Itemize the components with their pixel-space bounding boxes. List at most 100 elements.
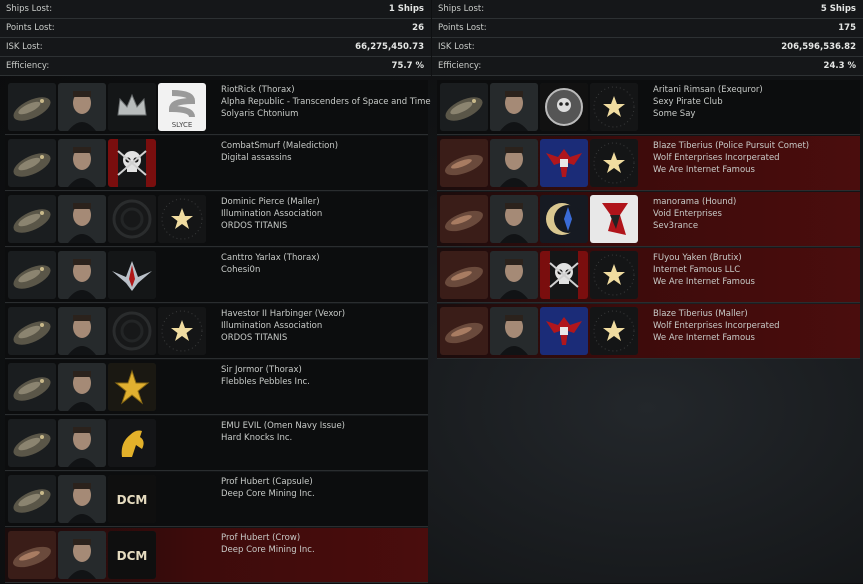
pilot-portrait[interactable]	[58, 139, 106, 187]
pilot-name[interactable]: RiotRick (Thorax)	[221, 84, 431, 96]
corp-name[interactable]: Cohesi0n	[221, 264, 320, 276]
pilot-portrait[interactable]	[490, 251, 538, 299]
pilot-row[interactable]: Blaze Tiberius (Police Pursuit Comet) Wol…	[437, 136, 860, 191]
ship-icon[interactable]	[440, 139, 488, 187]
alliance-name[interactable]: Sev3rance	[653, 220, 736, 232]
pilot-portrait[interactable]	[58, 195, 106, 243]
ship-icon[interactable]	[8, 363, 56, 411]
ship-icon[interactable]	[8, 531, 56, 579]
ship-icon[interactable]	[8, 139, 56, 187]
pilot-portrait[interactable]	[58, 531, 106, 579]
pilot-row[interactable]: SLYCE RiotRick (Thorax) Alpha Republic - T…	[5, 80, 431, 135]
pilot-name[interactable]: Prof Hubert (Capsule)	[221, 476, 315, 488]
alliance-name[interactable]: ORDOS TITANIS	[221, 220, 322, 232]
alliance-logo-icon[interactable]	[590, 83, 638, 131]
corp-name[interactable]: Illumination Association	[221, 320, 345, 332]
corp-name[interactable]: Wolf Enterprises Incorperated	[653, 152, 809, 164]
ship-icon[interactable]	[440, 251, 488, 299]
ship-icon[interactable]	[8, 419, 56, 467]
pilot-portrait[interactable]	[58, 251, 106, 299]
pilot-row[interactable]: Canttro Yarlax (Thorax) Cohesi0n	[5, 248, 428, 303]
corp-name[interactable]: Flebbles Pebbles Inc.	[221, 376, 310, 388]
corp-name[interactable]: Deep Core Mining Inc.	[221, 544, 315, 556]
corp-name[interactable]: Deep Core Mining Inc.	[221, 488, 315, 500]
pilot-name[interactable]: Havestor II Harbinger (Vexor)	[221, 308, 345, 320]
corp-name[interactable]: Alpha Republic - Transcenders of Space a…	[221, 96, 431, 108]
pilot-name[interactable]: Dominic Pierce (Maller)	[221, 196, 322, 208]
pilot-row[interactable]: DCM Prof Hubert (Crow) Deep Core Mining In…	[5, 528, 428, 583]
corp-logo-icon[interactable]	[540, 83, 588, 131]
corp-logo-icon[interactable]	[540, 195, 588, 243]
corp-name[interactable]: Hard Knocks Inc.	[221, 432, 345, 444]
pilot-row[interactable]: Aritani Rimsan (Exequror) Sexy Pirate Clu…	[437, 80, 860, 135]
corp-name[interactable]: Illumination Association	[221, 208, 322, 220]
pilot-portrait[interactable]	[58, 363, 106, 411]
pilot-name[interactable]: Prof Hubert (Crow)	[221, 532, 315, 544]
corp-logo-icon[interactable]	[108, 251, 156, 299]
pilot-name[interactable]: Blaze Tiberius (Maller)	[653, 308, 780, 320]
alliance-name[interactable]: ORDOS TITANIS	[221, 332, 345, 344]
pilot-row[interactable]: DCM Prof Hubert (Capsule) Deep Core Mining…	[5, 472, 428, 527]
corp-name[interactable]: Internet Famous LLC	[653, 264, 755, 276]
ship-icon[interactable]	[8, 83, 56, 131]
pilot-name[interactable]: Sir Jormor (Thorax)	[221, 364, 310, 376]
alliance-name[interactable]: We Are Internet Famous	[653, 276, 755, 288]
alliance-logo-icon[interactable]	[590, 195, 638, 243]
pilot-row[interactable]: CombatSmurf (Malediction) Digital assassi…	[5, 136, 428, 191]
alliance-logo-icon[interactable]	[158, 195, 206, 243]
alliance-name[interactable]	[221, 444, 345, 456]
pilot-name[interactable]: EMU EVIL (Omen Navy Issue)	[221, 420, 345, 432]
pilot-name[interactable]: manorama (Hound)	[653, 196, 736, 208]
ship-icon[interactable]	[8, 307, 56, 355]
pilot-portrait[interactable]	[58, 475, 106, 523]
pilot-row[interactable]: manorama (Hound) Void Enterprises Sev3ranc…	[437, 192, 860, 247]
alliance-logo-icon[interactable]	[590, 251, 638, 299]
corp-name[interactable]: Void Enterprises	[653, 208, 736, 220]
ship-icon[interactable]	[440, 195, 488, 243]
pilot-name[interactable]: CombatSmurf (Malediction)	[221, 140, 338, 152]
corp-logo-icon[interactable]	[108, 419, 156, 467]
alliance-name[interactable]	[221, 388, 310, 400]
pilot-portrait[interactable]	[58, 83, 106, 131]
alliance-name[interactable]: Solyaris Chtonium	[221, 108, 431, 120]
pilot-portrait[interactable]	[490, 139, 538, 187]
alliance-logo-icon[interactable]	[590, 139, 638, 187]
pilot-row[interactable]: Dominic Pierce (Maller) Illumination Asso…	[5, 192, 428, 247]
corp-logo-icon[interactable]	[108, 139, 156, 187]
corp-name[interactable]: Digital assassins	[221, 152, 338, 164]
ship-icon[interactable]	[440, 307, 488, 355]
corp-logo-icon[interactable]: DCM	[108, 475, 156, 523]
corp-logo-icon[interactable]	[540, 307, 588, 355]
pilot-portrait[interactable]	[490, 307, 538, 355]
pilot-row[interactable]: Havestor II Harbinger (Vexor) Illuminatio…	[5, 304, 428, 359]
ship-icon[interactable]	[440, 83, 488, 131]
corp-logo-icon[interactable]	[108, 307, 156, 355]
pilot-name[interactable]: Canttro Yarlax (Thorax)	[221, 252, 320, 264]
alliance-name[interactable]	[221, 164, 338, 176]
pilot-name[interactable]: Aritani Rimsan (Exequror)	[653, 84, 763, 96]
pilot-portrait[interactable]	[490, 83, 538, 131]
alliance-logo-icon[interactable]	[590, 307, 638, 355]
corp-name[interactable]: Wolf Enterprises Incorperated	[653, 320, 780, 332]
pilot-row[interactable]: EMU EVIL (Omen Navy Issue) Hard Knocks In…	[5, 416, 428, 471]
corp-logo-icon[interactable]	[540, 251, 588, 299]
alliance-name[interactable]	[221, 556, 315, 568]
alliance-name[interactable]: We Are Internet Famous	[653, 164, 809, 176]
corp-logo-icon[interactable]	[540, 139, 588, 187]
corp-logo-icon[interactable]: DCM	[108, 531, 156, 579]
alliance-name[interactable]: We Are Internet Famous	[653, 332, 780, 344]
pilot-name[interactable]: FUyou Yaken (Brutix)	[653, 252, 755, 264]
pilot-portrait[interactable]	[58, 419, 106, 467]
corp-logo-icon[interactable]	[108, 83, 156, 131]
pilot-portrait[interactable]	[58, 307, 106, 355]
alliance-name[interactable]	[221, 500, 315, 512]
pilot-name[interactable]: Blaze Tiberius (Police Pursuit Comet)	[653, 140, 809, 152]
pilot-row[interactable]: Blaze Tiberius (Maller) Wolf Enterprises …	[437, 304, 860, 359]
corp-name[interactable]: Sexy Pirate Club	[653, 96, 763, 108]
pilot-row[interactable]: FUyou Yaken (Brutix) Internet Famous LLC W…	[437, 248, 860, 303]
pilot-portrait[interactable]	[490, 195, 538, 243]
corp-logo-icon[interactable]	[108, 363, 156, 411]
alliance-logo-icon[interactable]	[158, 307, 206, 355]
corp-logo-icon[interactable]	[108, 195, 156, 243]
ship-icon[interactable]	[8, 475, 56, 523]
